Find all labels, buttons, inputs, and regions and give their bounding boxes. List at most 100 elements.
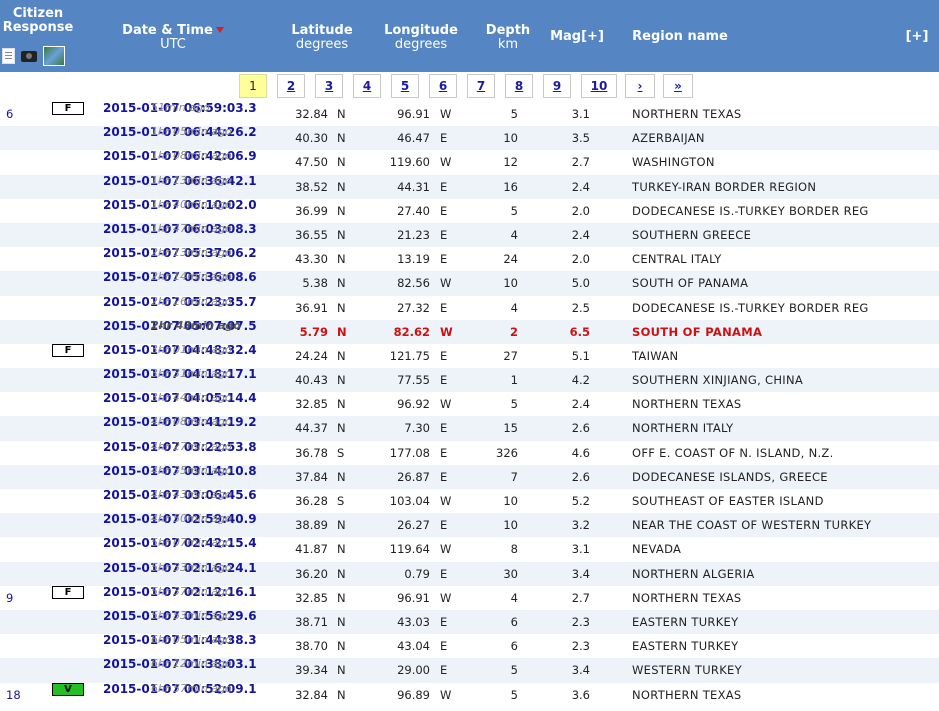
citizen-badge[interactable]: V [52, 682, 84, 696]
time-ago: 1hr 47min ago [151, 221, 232, 235]
page-8[interactable]: 8 [505, 74, 533, 98]
table-row[interactable]: 2015-01-07 04:18:17.1 3hr 31min ago 40.4… [0, 368, 939, 393]
page-9[interactable]: 9 [543, 74, 571, 98]
time-ago: 6hr 12min ago [151, 657, 232, 671]
longitude-hemisphere: W [440, 542, 452, 557]
table-row[interactable]: 2015-01-07 06:42:06.9 1hr 08min ago 47.5… [0, 150, 939, 174]
time-ago: 4hr 27min ago [151, 439, 232, 453]
magnitude-value: 2.3 [571, 639, 590, 654]
citizen-badge[interactable]: F [52, 102, 84, 115]
depth-header[interactable]: Depth km [482, 24, 534, 52]
time-ago: 2hr 43min ago [151, 318, 241, 332]
latitude-value: 47.50 [295, 155, 328, 170]
latitude-hemisphere: N [337, 324, 347, 339]
table-row[interactable]: 2015-01-07 02:16:24.1 5hr 33min ago 36.2… [0, 561, 939, 586]
latitude-value: 40.43 [295, 373, 328, 388]
table-row[interactable]: 2015-01-07 01:38:03.1 6hr 12min ago 39.3… [0, 657, 939, 683]
longitude-value: 44.31 [397, 179, 430, 194]
table-row[interactable]: 6 F 2015-01-07 06:59:03.3 51min ago 32.8… [0, 102, 939, 126]
table-row[interactable]: 2015-01-07 03:06:45.6 4hr 43min ago 36.2… [0, 489, 939, 513]
table-row[interactable]: 2015-01-07 02:42:15.4 5hr 07min ago 41.8… [0, 537, 939, 561]
table-row[interactable]: 2015-01-07 02:59:40.9 4hr 50min ago 38.8… [0, 513, 939, 538]
region-name: EASTERN TURKEY [632, 614, 739, 629]
citizen-badge[interactable]: F [52, 585, 84, 599]
table-row[interactable]: 2015-01-07 05:23:35.7 2hr 26min ago 36.9… [0, 296, 939, 320]
table-row[interactable]: 2015-01-07 03:22:53.8 4hr 27min ago 36.7… [0, 441, 939, 465]
longitude-value: 43.04 [397, 639, 430, 654]
citizen-icons [2, 45, 65, 67]
latitude-value: 32.85 [295, 397, 328, 412]
latitude-value: 36.55 [295, 227, 328, 242]
camera-icon[interactable] [21, 50, 37, 62]
table-row[interactable]: 2015-01-07 06:36:42.1 1hr 13min ago 38.5… [0, 173, 939, 199]
longitude-value: 119.64 [389, 542, 430, 557]
expand-columns-button[interactable]: [+] [900, 30, 934, 44]
longitude-value: 119.60 [389, 155, 430, 170]
table-row[interactable]: 18 V 2015-01-07 00:52:09.1 6hr 57min ago… [0, 682, 939, 707]
page-5[interactable]: 5 [391, 74, 419, 98]
time-ago: 1hr 13min ago [151, 173, 232, 187]
page-10[interactable]: 10 [581, 74, 617, 98]
depth-value: 6 [510, 639, 518, 654]
magnitude-value: 3.5 [571, 131, 590, 146]
table-row[interactable]: F 2015-01-07 04:48:32.4 3hr 01min ago 24… [0, 343, 939, 368]
latitude-value: 36.99 [295, 203, 328, 218]
time-ago: 2hr 13min ago [151, 246, 232, 260]
map-icon[interactable] [43, 46, 65, 66]
region-name: NORTHERN TEXAS [632, 687, 742, 702]
earthquake-list: 6 F 2015-01-07 06:59:03.3 51min ago 32.8… [0, 102, 939, 707]
page-6[interactable]: 6 [429, 74, 457, 98]
page-4[interactable]: 4 [353, 74, 381, 98]
table-row[interactable]: 2015-01-07 01:44:38.3 6hr 05min ago 38.7… [0, 634, 939, 658]
magnitude-value: 5.1 [571, 348, 590, 363]
latitude-hemisphere: S [337, 494, 345, 508]
latitude-value: 38.89 [295, 518, 328, 533]
page-7[interactable]: 7 [467, 74, 495, 98]
table-row[interactable]: 2015-01-07 04:05:14.4 3hr 44min ago 32.8… [0, 392, 939, 416]
last-page-button[interactable]: » [663, 74, 693, 98]
date-time-header[interactable]: Date & Time UTC [118, 24, 228, 52]
depth-value: 15 [503, 421, 518, 436]
table-row[interactable]: 2015-01-07 06:03:08.3 1hr 47min ago 36.5… [0, 221, 939, 248]
table-row[interactable]: 9 F 2015-01-07 02:12:16.1 5hr 37min ago … [0, 585, 939, 610]
depth-value: 4 [510, 300, 518, 315]
table-row[interactable]: 2015-01-07 06:10:02.0 1hr 40min ago 36.9… [0, 199, 939, 223]
table-row[interactable]: 2015-01-07 05:36:08.6 2hr 14min ago 5.38… [0, 271, 939, 296]
table-row[interactable]: 2015-01-07 01:56:29.6 5hr 53min ago 38.7… [0, 609, 939, 635]
latitude-hemisphere: N [337, 252, 346, 267]
table-row[interactable]: 2015-01-07 05:37:06.2 2hr 13min ago 43.3… [0, 247, 939, 271]
next-page-button[interactable]: › [625, 74, 655, 98]
longitude-hemisphere: E [440, 639, 448, 654]
page-1[interactable]: 1 [239, 74, 267, 98]
citizen-badge[interactable]: F [52, 343, 84, 357]
depth-value: 24 [503, 252, 518, 267]
table-row[interactable]: 2015-01-07 06:44:26.2 1hr 05min ago 40.3… [0, 126, 939, 151]
latitude-header[interactable]: Latitude degrees [283, 24, 361, 52]
longitude-value: 82.56 [397, 276, 430, 291]
longitude-hemisphere: W [440, 107, 452, 121]
region-name-header[interactable]: Region name [628, 30, 732, 44]
latitude-hemisphere: S [337, 445, 345, 460]
citizen-report-count[interactable]: 18 [6, 683, 21, 707]
page-3[interactable]: 3 [315, 74, 343, 98]
latitude-value: 43.30 [295, 252, 328, 267]
latitude-hemisphere: N [337, 131, 346, 146]
page-2[interactable]: 2 [277, 74, 305, 98]
latitude-value: 38.52 [295, 179, 328, 194]
longitude-hemisphere: E [440, 469, 448, 484]
longitude-header[interactable]: Longitude degrees [380, 24, 462, 52]
table-row[interactable]: 2015-01-07 03:41:19.2 4hr 08min ago 44.3… [0, 416, 939, 441]
citizen-report-count[interactable]: 9 [6, 586, 13, 610]
depth-value: 5 [510, 663, 518, 678]
table-row[interactable]: 2015-01-07 05:07:07.5 2hr 43min ago 5.79… [0, 318, 939, 344]
longitude-hemisphere: E [440, 421, 448, 436]
latitude-hemisphere: N [337, 227, 346, 242]
latitude-value: 39.34 [295, 663, 328, 678]
region-name: DODECANESE IS.-TURKEY BORDER REG [632, 300, 869, 315]
latitude-hemisphere: N [337, 663, 346, 678]
document-icon[interactable] [2, 48, 15, 64]
longitude-value: 177.08 [389, 445, 430, 460]
table-row[interactable]: 2015-01-07 03:14:10.8 4hr 35min ago 37.8… [0, 464, 939, 489]
citizen-report-count[interactable]: 6 [6, 102, 13, 126]
magnitude-header[interactable]: Mag[+] [548, 30, 606, 44]
